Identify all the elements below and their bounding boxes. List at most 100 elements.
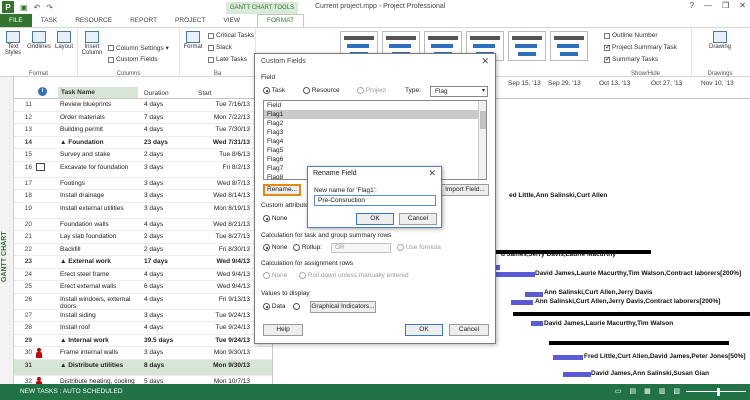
field-list-item[interactable]: Flag3 [264,128,478,137]
field-list-scrollbar[interactable] [478,101,486,179]
graphical-radio[interactable] [293,303,300,310]
project-summary-task-checkbox[interactable]: Project Summary Task [604,43,677,51]
close-icon[interactable]: ✕ [739,1,746,10]
task-bar[interactable] [493,272,535,277]
late-tasks-checkbox[interactable]: Late Tasks [208,56,247,63]
roll-down-radio[interactable]: Roll down unless manually entered [299,272,409,279]
column-header-duration[interactable]: Duration [144,90,169,97]
use-formula-radio[interactable]: Use formula [397,244,441,251]
field-list-item[interactable]: Flag1 [264,110,478,119]
table-row[interactable]: 24 Erect steel frame 4 days Wed 9/4/13 [14,269,272,281]
table-row[interactable]: 19 Install external utilities 3 days Mon 8/… [14,203,272,219]
table-row[interactable]: 14 ▲ Foundation 23 days Wed 7/31/13 [14,137,272,149]
type-select[interactable]: Flag ▾ [430,86,488,97]
gantt-view-icon[interactable]: ▤ [630,387,637,395]
outline-number-checkbox[interactable]: Outline Number [604,32,658,39]
tab-file[interactable]: FILE [0,14,32,27]
table-row[interactable]: 29 ▲ Internal work 39.5 days Tue 9/24/13 [14,335,272,347]
task-usage-icon[interactable]: ▧ [673,387,680,395]
new-name-input[interactable] [314,195,436,206]
save-icon[interactable]: ▣ [20,3,28,12]
summary-bar[interactable] [549,341,729,345]
rollup-select[interactable]: OR [331,243,391,253]
graphical-indicators-button[interactable]: Graphical Indicators... [310,301,376,313]
gridlines-button[interactable]: Gridlines [26,31,52,50]
table-row[interactable]: 12 Order materials 7 days Mon 7/22/13 [14,112,272,124]
none-summary-radio[interactable]: None [263,244,287,251]
normal-view-icon[interactable]: ▭ [615,387,622,395]
close-icon[interactable]: ✕ [481,56,489,67]
column-header-start[interactable]: Start [198,90,212,97]
tab-view[interactable]: VIEW [214,14,249,27]
tab-report[interactable]: REPORT [121,14,166,27]
zoom-slider[interactable] [686,391,746,392]
restore-icon[interactable]: ❐ [722,1,729,10]
tab-task[interactable]: TASK [32,14,67,27]
task-bar[interactable] [553,355,583,360]
gantt-style-tile[interactable] [550,31,588,61]
task-bar[interactable] [525,292,543,297]
table-row[interactable]: 20 Foundation walls 4 days Wed 8/21/13 [14,219,272,231]
rename-cancel-button[interactable]: Cancel [399,213,437,225]
resource-radio[interactable]: Resource [303,87,340,94]
zoom-slider-thumb[interactable] [717,388,720,396]
table-row[interactable]: 25 Erect external walls 6 days Wed 9/4/13 [14,281,272,294]
summary-bar[interactable] [513,312,750,316]
rollup-radio[interactable]: Rollup: [293,244,322,251]
project-radio[interactable]: Project [357,87,386,94]
field-list-item[interactable]: Flag6 [264,155,478,164]
ok-button[interactable]: OK [405,324,443,336]
redo-icon[interactable]: ↷ [46,3,53,12]
table-row[interactable]: 32 Distribute heating, cooling 5 days Mon 1… [14,376,272,384]
undo-icon[interactable]: ↶ [34,3,41,12]
tab-format[interactable]: FORMAT [257,14,304,27]
layout-button[interactable]: Layout [53,31,75,50]
slack-checkbox[interactable]: Slack [208,44,232,51]
drawing-button[interactable]: Drawing [706,31,734,50]
none-assignment-radio[interactable]: None [263,272,287,279]
field-list-item[interactable]: Flag2 [264,119,478,128]
cancel-button[interactable]: Cancel [449,324,489,336]
table-row[interactable]: 21 Lay slab foundation 2 days Tue 8/27/13 [14,231,272,244]
format-bar-button[interactable]: Format [182,31,204,50]
calendar-view-icon[interactable]: ▦ [644,387,651,395]
team-view-icon[interactable]: ▥ [659,387,666,395]
help-button[interactable]: Help [263,324,303,336]
table-row[interactable]: 22 Backfill 2 days Fri 8/30/13 [14,244,272,256]
import-field-button[interactable]: Import Field... [441,184,489,196]
tab-project[interactable]: PROJECT [166,14,214,27]
table-row[interactable]: 30 Frame internal walls 3 days Mon 9/30/13 [14,347,272,360]
gantt-style-tile[interactable] [508,31,546,61]
table-row[interactable]: 17 Footings 3 days Wed 8/7/13 [14,178,272,190]
tab-resource[interactable]: RESOURCE [66,14,121,27]
table-row[interactable]: 26 Install windows, external doors 4 days F… [14,294,272,310]
none-attribute-radio[interactable]: None [263,215,287,222]
text-styles-button[interactable]: Text Styles [2,31,24,56]
table-row[interactable]: 28 Install roof 4 days Tue 9/24/13 [14,322,272,335]
custom-fields-button[interactable]: Custom Fields [108,56,158,63]
task-radio[interactable]: Task [263,87,285,94]
table-row[interactable]: 16 Excavate for foundation 3 days Fri 8/2/1… [14,162,272,178]
table-row[interactable]: 27 Install siding 3 days Tue 9/24/13 [14,310,272,322]
insert-column-button[interactable]: Insert Column [80,31,104,56]
table-row[interactable]: 15 Survey and stake 2 days Tue 8/6/13 [14,149,272,162]
task-bar[interactable] [563,372,591,377]
table-row[interactable]: 31 ▲ Distribute utilities 8 days Mon 9/30/1… [14,359,272,376]
column-settings-button[interactable]: Column Settings ▾ [108,44,169,52]
help-icon[interactable]: ? [690,1,694,10]
field-list-item[interactable]: Flag4 [264,137,478,146]
data-radio[interactable]: Data [263,303,286,310]
table-row[interactable]: 18 Install drainage 3 days Wed 8/14/13 [14,190,272,203]
scrollbar-thumb[interactable] [480,111,486,129]
table-row[interactable]: 23 ▲ External work 17 days Wed 9/4/13 [14,256,272,269]
task-bar[interactable] [531,321,543,326]
table-row[interactable]: 11 Review blueprints 4 days Tue 7/16/13 [14,99,272,112]
rename-button[interactable]: Rename... [263,184,301,196]
summary-tasks-checkbox[interactable]: Summary Tasks [604,55,658,63]
table-row[interactable]: 13 Building permit 4 days Tue 7/30/13 [14,124,272,137]
close-icon[interactable]: ✕ [428,168,436,179]
field-list-item[interactable]: Flag5 [264,146,478,155]
task-bar[interactable] [511,300,533,305]
rename-ok-button[interactable]: OK [356,213,394,225]
critical-tasks-checkbox[interactable]: Critical Tasks [208,32,254,39]
